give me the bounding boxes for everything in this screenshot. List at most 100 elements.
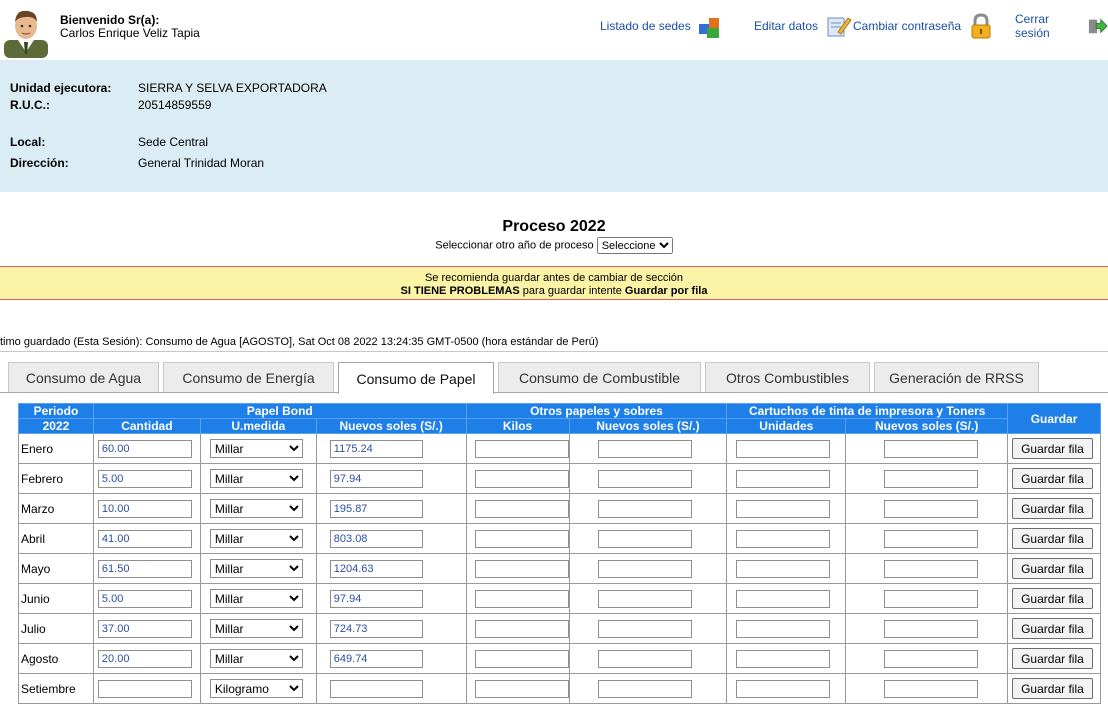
kilos-input[interactable] (474, 559, 569, 578)
soles-cartuchos-input[interactable] (884, 499, 979, 518)
soles-papel-cell (315, 613, 467, 644)
guardar-fila-button[interactable]: Guardar fila (1012, 498, 1093, 519)
nav-editar[interactable]: Editar datos (754, 14, 852, 38)
unidades-input[interactable] (736, 559, 831, 578)
cantidad-input[interactable] (97, 439, 192, 458)
kilos-input[interactable] (474, 649, 569, 668)
nav-sedes-label[interactable]: Listado de sedes (600, 19, 691, 33)
unidades-input[interactable] (736, 469, 831, 488)
umedida-select[interactable]: Millar (209, 619, 303, 638)
guardar-fila-button[interactable]: Guardar fila (1012, 588, 1093, 609)
tab-otros-combustibles[interactable]: Otros Combustibles (705, 362, 870, 393)
nav-logout-label[interactable]: Cerrar sesión (1015, 12, 1087, 40)
cantidad-input[interactable] (97, 589, 192, 608)
soles-otros-input[interactable] (597, 529, 692, 548)
soles-papel-input[interactable] (329, 499, 423, 518)
soles-otros-input[interactable] (597, 469, 692, 488)
umedida-select[interactable]: Millar (209, 499, 303, 518)
soles-cartuchos-input[interactable] (884, 529, 979, 548)
cantidad-input[interactable] (97, 619, 192, 638)
umedida-select[interactable]: Millar (209, 649, 303, 668)
soles-papel-input[interactable] (329, 439, 423, 458)
guardar-cell: Guardar fila (1007, 673, 1101, 704)
table-row: Enero Millar Guardar fila (18, 433, 1101, 464)
kilos-input[interactable] (474, 619, 569, 638)
kilos-input[interactable] (474, 469, 569, 488)
cantidad-input[interactable] (97, 649, 192, 668)
tab-consumo-combustible[interactable]: Consumo de Combustible (498, 362, 701, 393)
kilos-input[interactable] (474, 589, 569, 608)
nav-editar-label[interactable]: Editar datos (754, 19, 818, 33)
soles-otros-input[interactable] (597, 499, 692, 518)
cantidad-input[interactable] (97, 529, 192, 548)
kilos-input[interactable] (474, 499, 569, 518)
soles-cartuchos-input[interactable] (884, 439, 979, 458)
nav-sedes[interactable]: Listado de sedes (600, 14, 725, 38)
umedida-select[interactable]: Millar (209, 559, 303, 578)
soles-papel-input[interactable] (329, 649, 423, 668)
tab-consumo-papel[interactable]: Consumo de Papel (338, 362, 494, 394)
umedida-cell: Millar (199, 433, 317, 464)
guardar-fila-button[interactable]: Guardar fila (1012, 438, 1093, 459)
umedida-select[interactable]: Millar (209, 589, 303, 608)
umedida-select[interactable]: Kilogramo (209, 679, 303, 698)
unidades-input[interactable] (736, 529, 831, 548)
unidades-input[interactable] (736, 439, 831, 458)
soles-cartuchos-input[interactable] (884, 649, 979, 668)
month-cell: Marzo (18, 493, 94, 524)
year-select[interactable]: Seleccione (596, 237, 673, 254)
soles-papel-input[interactable] (329, 589, 423, 608)
unidades-input[interactable] (736, 649, 831, 668)
soles-otros-input[interactable] (597, 559, 692, 578)
kilos-input[interactable] (474, 679, 569, 698)
umedida-select[interactable]: Millar (209, 439, 303, 458)
avatar (4, 6, 48, 58)
soles-cartuchos-input[interactable] (884, 619, 979, 638)
cantidad-input[interactable] (97, 469, 192, 488)
guardar-fila-button[interactable]: Guardar fila (1012, 618, 1093, 639)
unidades-input[interactable] (736, 589, 831, 608)
soles-papel-input[interactable] (329, 469, 423, 488)
guardar-fila-button[interactable]: Guardar fila (1012, 558, 1093, 579)
unidades-cell (726, 643, 847, 674)
soles-cartuchos-input[interactable] (884, 559, 979, 578)
guardar-fila-button[interactable]: Guardar fila (1012, 648, 1093, 669)
nav-logout[interactable]: Cerrar sesión (1015, 12, 1108, 40)
kilos-input[interactable] (474, 439, 569, 458)
guardar-fila-button[interactable]: Guardar fila (1012, 528, 1093, 549)
umedida-cell: Millar (199, 643, 317, 674)
soles-cartuchos-input[interactable] (884, 589, 979, 608)
soles-papel-input[interactable] (329, 559, 423, 578)
direccion-row: Dirección: General Trinidad Moran (10, 156, 264, 170)
tab-consumo-energia[interactable]: Consumo de Energía (163, 362, 334, 393)
cantidad-input[interactable] (97, 679, 192, 698)
soles-otros-input[interactable] (597, 589, 692, 608)
umedida-select[interactable]: Millar (209, 469, 303, 488)
tab-generacion-rrss[interactable]: Generación de RRSS (874, 362, 1039, 393)
soles-otros-input[interactable] (597, 439, 692, 458)
guardar-fila-button[interactable]: Guardar fila (1012, 678, 1093, 699)
cantidad-input[interactable] (97, 499, 192, 518)
tab-consumo-agua[interactable]: Consumo de Agua (8, 362, 159, 393)
soles-papel-input[interactable] (329, 619, 423, 638)
soles-cartuchos-input[interactable] (884, 679, 979, 698)
guardar-cell: Guardar fila (1007, 463, 1101, 494)
soles-papel-input[interactable] (329, 679, 423, 698)
cantidad-input[interactable] (97, 559, 192, 578)
soles-cartuchos-input[interactable] (884, 469, 979, 488)
process-title: Proceso 2022 (502, 218, 606, 235)
soles-papel-input[interactable] (329, 529, 423, 548)
umedida-select[interactable]: Millar (209, 529, 303, 548)
soles-papel-cell (315, 463, 467, 494)
nav-password[interactable]: Cambiar contraseña (853, 13, 995, 39)
guardar-fila-button[interactable]: Guardar fila (1012, 468, 1093, 489)
unidades-input[interactable] (736, 619, 831, 638)
unidades-input[interactable] (736, 499, 831, 518)
soles-otros-input[interactable] (597, 619, 692, 638)
soles-otros-input[interactable] (597, 649, 692, 668)
unidades-input[interactable] (736, 679, 831, 698)
kilos-input[interactable] (474, 529, 569, 548)
warning-mid: para guardar intente (519, 285, 625, 297)
nav-password-label[interactable]: Cambiar contraseña (853, 19, 961, 33)
soles-otros-input[interactable] (597, 679, 692, 698)
